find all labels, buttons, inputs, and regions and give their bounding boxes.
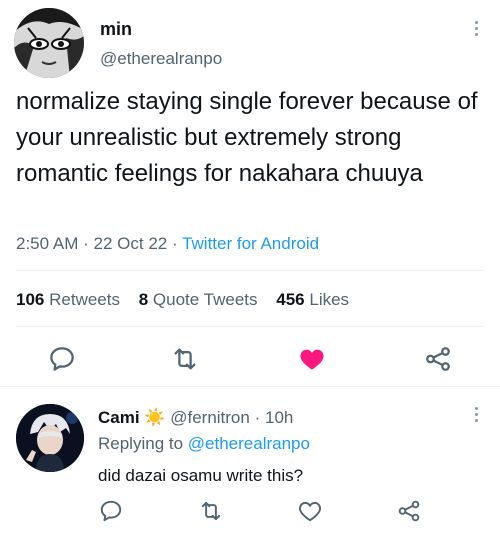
more-icon[interactable] bbox=[468, 18, 484, 42]
tweet-time[interactable]: 2:50 AM bbox=[16, 234, 78, 253]
tweet-source[interactable]: Twitter for Android bbox=[182, 234, 319, 253]
retweet-icon[interactable] bbox=[170, 344, 200, 374]
meta-separator: · bbox=[83, 234, 89, 253]
reply-actions bbox=[0, 496, 500, 528]
reply-avatar[interactable] bbox=[16, 404, 84, 472]
tweet-actions bbox=[0, 340, 500, 380]
comment-icon[interactable] bbox=[47, 344, 77, 374]
likes-count: 456 bbox=[276, 290, 305, 309]
share-icon[interactable] bbox=[423, 344, 453, 374]
author-name[interactable]: min bbox=[100, 19, 132, 40]
divider bbox=[16, 270, 484, 271]
replying-to-handle[interactable]: @etherealranpo bbox=[188, 434, 310, 453]
replying-to: Replying to @etherealranpo bbox=[98, 434, 310, 454]
quotes-count: 8 bbox=[138, 290, 149, 309]
replying-to-label: Replying to bbox=[98, 434, 184, 453]
retweets-label: Retweets bbox=[49, 290, 120, 309]
tweet-meta: 2:50 AM · 22 Oct 22 · Twitter for Androi… bbox=[16, 234, 319, 254]
meta-separator: · bbox=[171, 234, 178, 253]
likes-label: Likes bbox=[309, 290, 350, 309]
retweet-icon[interactable] bbox=[198, 498, 224, 524]
reply-time[interactable]: 10h bbox=[265, 408, 293, 427]
retweets-stat[interactable]: 106 Retweets bbox=[16, 290, 125, 309]
tweet-stats: 106 Retweets 8 Quote Tweets 456 Likes bbox=[16, 290, 363, 310]
more-icon[interactable] bbox=[468, 404, 484, 428]
retweets-count: 106 bbox=[16, 290, 45, 309]
likes-stat[interactable]: 456 Likes bbox=[276, 290, 349, 309]
author-avatar[interactable] bbox=[14, 8, 84, 78]
reply-text: did dazai osamu write this? bbox=[98, 466, 304, 485]
share-icon[interactable] bbox=[396, 498, 422, 524]
tweet-date[interactable]: 22 Oct 22 bbox=[94, 234, 168, 253]
quotes-label: Quote Tweets bbox=[152, 290, 258, 309]
reply-author-handle[interactable]: @fernitron bbox=[170, 408, 250, 427]
comment-icon[interactable] bbox=[98, 498, 124, 524]
author-handle[interactable]: @etherealranpo bbox=[100, 49, 222, 69]
divider bbox=[16, 326, 484, 327]
heart-icon[interactable] bbox=[297, 344, 327, 374]
header-separator: · bbox=[254, 408, 261, 427]
tweet-text: normalize staying single forever because… bbox=[16, 88, 478, 187]
quotes-stat[interactable]: 8 Quote Tweets bbox=[139, 290, 263, 309]
divider bbox=[0, 386, 500, 387]
heart-icon[interactable] bbox=[297, 498, 323, 524]
sun-emoji: ☀️ bbox=[144, 408, 166, 427]
reply-header: Cami ☀️ @fernitron · 10h bbox=[98, 408, 293, 428]
reply-author-name[interactable]: Cami bbox=[98, 408, 140, 427]
